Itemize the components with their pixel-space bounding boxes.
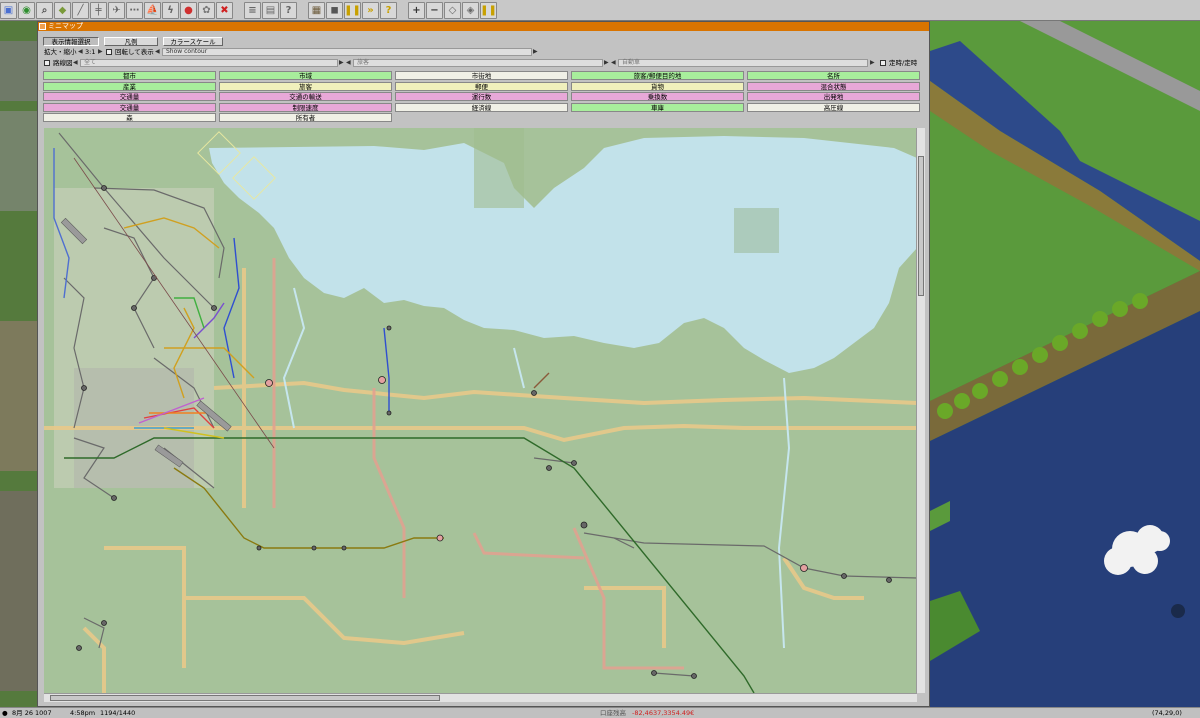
- ship-icon[interactable]: ⛵: [144, 1, 161, 19]
- horizontal-scrollbar[interactable]: [44, 693, 917, 702]
- contour-left-icon[interactable]: ◀: [155, 48, 161, 55]
- water-body: [209, 136, 917, 373]
- legend-item[interactable]: 所有者: [219, 113, 392, 122]
- zoom-increase-icon[interactable]: ▶: [98, 48, 104, 55]
- stop-icon[interactable]: ●: [180, 1, 197, 19]
- legend-item[interactable]: 森: [43, 113, 216, 122]
- legend-item[interactable]: 市街地: [395, 71, 568, 80]
- freight-left-icon[interactable]: ◀: [346, 59, 352, 66]
- window-title-bar[interactable]: ミニマップ: [38, 22, 929, 31]
- question-icon[interactable]: ?: [380, 1, 397, 19]
- delete-icon[interactable]: ✖: [216, 1, 233, 19]
- rotate-label: 回転して表示: [115, 48, 154, 56]
- zoom-label: 拡大・縮小: [44, 48, 77, 56]
- filter-right-icon[interactable]: ▶: [339, 59, 345, 66]
- legend-item[interactable]: 都市: [43, 71, 216, 80]
- rotate-checkbox[interactable]: [106, 49, 112, 55]
- grid-icon[interactable]: ◇: [444, 1, 461, 19]
- globe-icon[interactable]: ◉: [18, 1, 35, 19]
- minimap-window[interactable]: ミニマップ 表示情報選択 凡例 カラースケール 拡大・縮小 ◀ 3:1 ▶ 回転…: [37, 21, 930, 707]
- finance-icon[interactable]: ▤: [262, 1, 279, 19]
- camera-icon[interactable]: ◼: [326, 1, 343, 19]
- zoom-in-icon[interactable]: +: [408, 1, 425, 19]
- magnifier-icon[interactable]: ⌕: [36, 1, 53, 19]
- vehicle-right-icon[interactable]: ▶: [870, 59, 876, 66]
- legend-item[interactable]: 市域: [219, 71, 392, 80]
- legend-item[interactable]: 交通の輸送: [219, 92, 392, 101]
- fastforward-icon[interactable]: »: [362, 1, 379, 19]
- help-icon[interactable]: ?: [280, 1, 297, 19]
- list-icon[interactable]: ≡: [244, 1, 261, 19]
- legend-item[interactable]: 混合状態: [747, 81, 920, 91]
- filter-left-icon[interactable]: ◀: [73, 59, 79, 66]
- legend-item[interactable]: 運行数: [395, 92, 568, 101]
- tram-icon[interactable]: ⋯: [126, 1, 143, 19]
- layers-icon[interactable]: ◈: [462, 1, 479, 19]
- window-title: ミニマップ: [48, 22, 83, 30]
- legend-item[interactable]: 交通量: [43, 92, 216, 101]
- legend-item[interactable]: 乗換数: [571, 92, 744, 101]
- close-window-icon[interactable]: [39, 23, 46, 30]
- contour-right-icon[interactable]: ▶: [533, 48, 539, 55]
- zoom-out-icon[interactable]: −: [426, 1, 443, 19]
- vehicle-dropdown[interactable]: 自動車: [618, 59, 868, 67]
- horizontal-scroll-thumb[interactable]: [50, 695, 440, 701]
- legend-grid: 都市 市域 市街地 旅客/郵便目的地 名所産業 旅客 郵便 貨物 混合状態交通量 交通の輸送 運行数…: [43, 71, 925, 127]
- legend-item[interactable]: 出発地: [747, 92, 920, 101]
- minimap-icon[interactable]: ▦: [308, 1, 325, 19]
- minimap-canvas[interactable]: [44, 128, 917, 693]
- display-select-button[interactable]: 表示情報選択: [43, 37, 99, 46]
- save-icon[interactable]: ▣: [0, 1, 17, 19]
- vertical-scroll-thumb[interactable]: [918, 156, 924, 296]
- legend-item[interactable]: 名所: [747, 71, 920, 80]
- zoom-value: 3:1: [85, 48, 96, 56]
- freight-right-icon[interactable]: ▶: [604, 59, 610, 66]
- powerline-icon[interactable]: ϟ: [162, 1, 179, 19]
- legend-item[interactable]: 郵便: [395, 81, 568, 91]
- vehicle-left-icon[interactable]: ◀: [611, 59, 617, 66]
- minimap-render: [44, 128, 917, 693]
- road-icon[interactable]: ╱: [72, 1, 89, 19]
- legend-item[interactable]: 制限速度: [219, 102, 392, 112]
- rail-icon[interactable]: ╪: [90, 1, 107, 19]
- schedule-checkbox[interactable]: [880, 60, 886, 66]
- pause2-icon[interactable]: ❚❚: [480, 1, 497, 19]
- special-icon[interactable]: ✿: [198, 1, 215, 19]
- contour-dropdown[interactable]: Show contour: [162, 48, 532, 56]
- schedule-label: 定時/定時: [889, 59, 918, 67]
- legend-button[interactable]: 凡例: [104, 37, 158, 46]
- airport-icon[interactable]: ✈: [108, 1, 125, 19]
- filter-all-dropdown[interactable]: 全て: [80, 59, 338, 67]
- legend-item[interactable]: 高圧線: [747, 102, 920, 112]
- legend-item[interactable]: 貨物: [571, 81, 744, 91]
- freight-dropdown[interactable]: 旅客: [353, 59, 603, 67]
- legend-item[interactable]: 旅客/郵便目的地: [571, 71, 744, 80]
- color-scale-button[interactable]: カラースケール: [163, 37, 223, 46]
- legend-item[interactable]: 車庫: [571, 102, 744, 112]
- legend-item[interactable]: 産業: [43, 81, 216, 91]
- terrain-icon[interactable]: ◆: [54, 1, 71, 19]
- legend-item[interactable]: 経済線: [395, 102, 568, 112]
- legend-item[interactable]: 旅客: [219, 81, 392, 91]
- route-label: 路線図: [53, 59, 73, 67]
- legend-item[interactable]: 交通量: [43, 102, 216, 112]
- route-checkbox[interactable]: [44, 60, 50, 66]
- main-toolbar: ▣ ◉ ⌕ ◆ ╱ ╪ ✈ ⋯ ⛵ ϟ ● ✿ ✖ ≡ ▤? ▦ ◼ ❚❚»? + − ◇ ◈ ❚❚: [0, 0, 1200, 21]
- zoom-decrease-icon[interactable]: ◀: [78, 48, 84, 55]
- vertical-scrollbar[interactable]: [916, 128, 925, 693]
- status-bar: ● 8月 26 1007 4:58pm 1194/1440 口座残高 -82,4…: [0, 707, 1200, 718]
- pause-icon[interactable]: ❚❚: [344, 1, 361, 19]
